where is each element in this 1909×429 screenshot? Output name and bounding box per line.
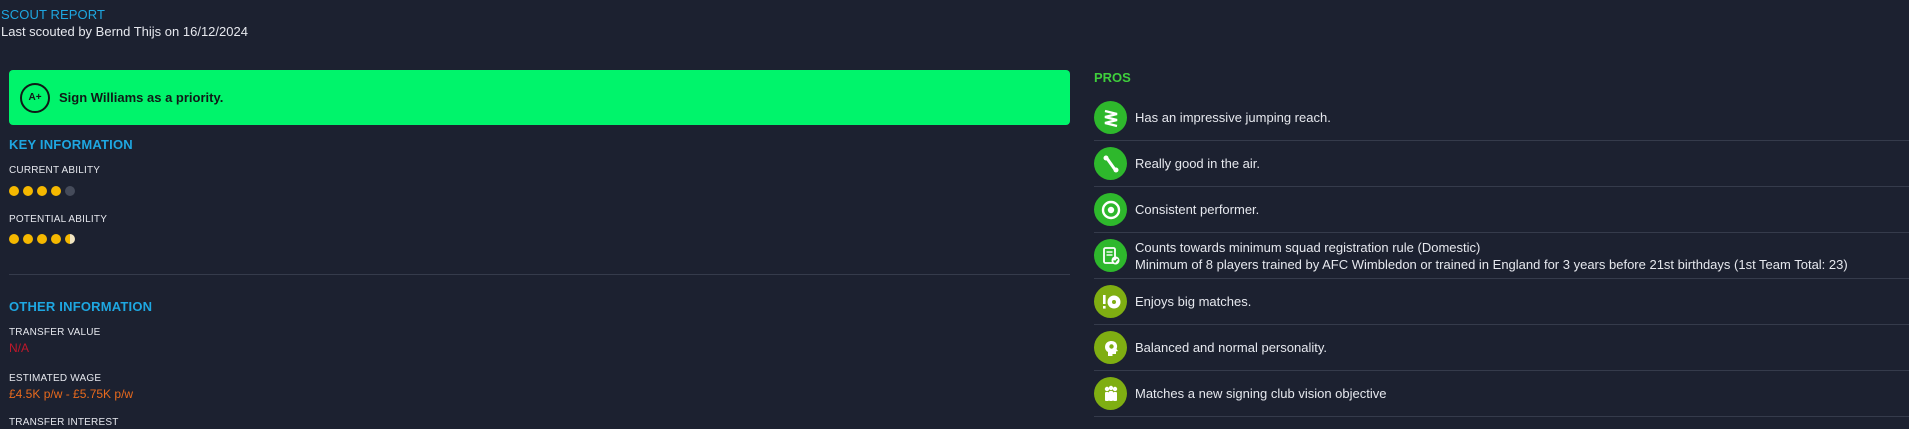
potential-ability-stars <box>9 234 75 244</box>
current-ability-label: CURRENT ABILITY <box>9 165 101 176</box>
star-icon <box>9 234 19 244</box>
current-ability-stars <box>9 186 75 196</box>
transfer-value-label: TRANSFER VALUE <box>9 327 101 338</box>
pro-item-text: Balanced and normal personality. <box>1135 340 1327 355</box>
aerial-ability-icon <box>1094 147 1127 180</box>
pros-heading: PROS <box>1094 70 1131 85</box>
grade-badge: A+ <box>20 82 50 113</box>
pro-item[interactable]: Matches a new signing club vision object… <box>1094 371 1909 417</box>
pro-item[interactable]: Really good in the air. <box>1094 141 1909 187</box>
pro-item[interactable]: Consistent performer. <box>1094 187 1909 233</box>
transfer-interest-label: TRANSFER INTEREST <box>9 417 119 428</box>
star-icon <box>37 234 47 244</box>
pro-item[interactable]: Has an impressive jumping reach. <box>1094 95 1909 141</box>
consistency-icon <box>1094 193 1127 226</box>
last-scouted-text: Last scouted by Bernd Thijs on 16/12/202… <box>1 24 248 39</box>
pro-item-text: Matches a new signing club vision object… <box>1135 386 1387 401</box>
left-column: A+ Sign Williams as a priority. KEY INFO… <box>9 70 1070 428</box>
star-empty-icon <box>65 186 75 196</box>
star-icon <box>9 186 19 196</box>
big-matches-icon <box>1094 285 1127 318</box>
section-divider <box>9 274 1070 275</box>
pro-item-text: Really good in the air. <box>1135 156 1261 171</box>
star-icon <box>51 186 61 196</box>
page-title: SCOUT REPORT <box>1 7 106 22</box>
jumping-reach-icon <box>1094 101 1127 134</box>
recommendation-banner: A+ Sign Williams as a priority. <box>9 70 1070 125</box>
potential-ability-label: POTENTIAL ABILITY <box>9 214 108 225</box>
personality-icon <box>1094 331 1127 364</box>
club-vision-icon <box>1094 377 1127 410</box>
recommendation-text: Sign Williams as a priority. <box>59 90 224 105</box>
transfer-value: N/A <box>9 341 30 355</box>
scout-report-page: SCOUT REPORT Last scouted by Bernd Thijs… <box>0 0 1909 429</box>
key-information-heading: KEY INFORMATION <box>9 137 133 152</box>
star-icon <box>37 186 47 196</box>
registration-rule-detail: Minimum of 8 players trained by AFC Wimb… <box>1135 256 1848 272</box>
star-half-icon <box>65 234 75 244</box>
other-information-heading: OTHER INFORMATION <box>9 299 153 314</box>
estimated-wage-value: £4.5K p/w - £5.75K p/w <box>9 387 134 401</box>
pro-item[interactable]: Counts towards minimum squad registratio… <box>1094 233 1909 279</box>
pro-item[interactable]: Enjoys big matches. <box>1094 279 1909 325</box>
star-icon <box>51 234 61 244</box>
pro-item[interactable]: Balanced and normal personality. <box>1094 325 1909 371</box>
pro-item-text: Has an impressive jumping reach. <box>1135 110 1331 125</box>
pro-item-text: Enjoys big matches. <box>1135 294 1252 309</box>
estimated-wage-label: ESTIMATED WAGE <box>9 373 102 384</box>
pro-item-text: Consistent performer. <box>1135 202 1260 217</box>
star-icon <box>23 234 33 244</box>
pro-item-text: Counts towards minimum squad registratio… <box>1135 239 1848 273</box>
star-icon <box>23 186 33 196</box>
registration-icon <box>1094 239 1127 272</box>
registration-rule-title: Counts towards minimum squad registratio… <box>1135 239 1481 255</box>
